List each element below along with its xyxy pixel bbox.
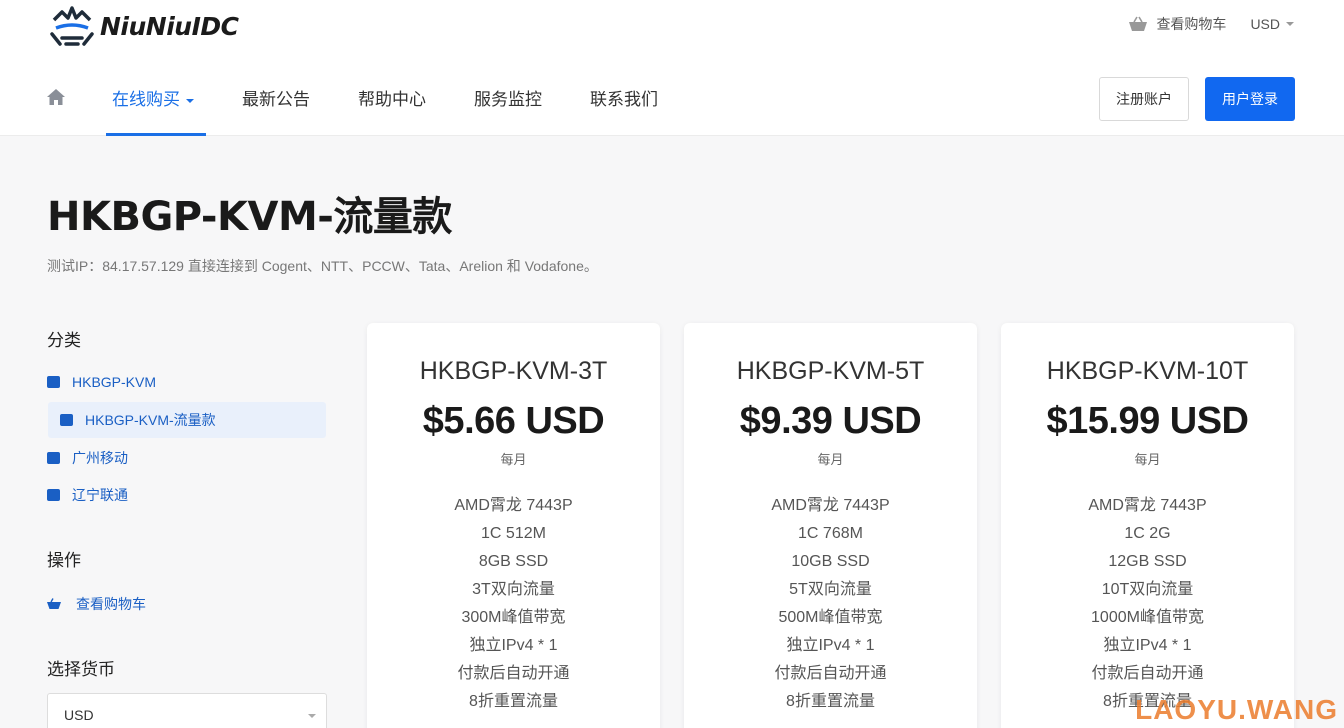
feature-item: 独立IPv4 * 1	[469, 637, 558, 654]
sidebar-action-label: 查看购物车	[76, 596, 146, 612]
feature-item: 1000M峰值带宽	[1091, 609, 1204, 626]
category-icon	[60, 414, 73, 426]
sidebar-action-view-cart[interactable]: 查看购物车	[47, 594, 146, 614]
product-price: $9.39 USD	[739, 400, 922, 442]
feature-item: 10T双向流量	[1101, 581, 1194, 598]
feature-item: 8折重置流量	[469, 693, 558, 710]
categories-heading: 分类	[47, 331, 81, 350]
feature-item: 付款后自动开通	[1091, 665, 1204, 682]
sidebar-item-label: HKBGP-KVM-流量款	[85, 412, 216, 428]
product-price: $5.66 USD	[422, 400, 605, 442]
nav-label: 帮助中心	[358, 90, 426, 109]
site-watermark: LAOYU.WANG	[1135, 694, 1338, 725]
chevron-down-icon	[1286, 22, 1294, 26]
feature-item: 1C 512M	[481, 525, 546, 542]
currency-label: USD	[1250, 16, 1280, 32]
top-utility-links: 查看购物车 USD	[1128, 14, 1294, 34]
feature-item: 10GB SSD	[791, 553, 870, 570]
product-name: HKBGP-KVM-3T	[419, 357, 608, 385]
currency-heading: 选择货币	[47, 660, 115, 679]
feature-list: AMD霄龙 7443P 1C 768M 10GB SSD 5T双向流量 500M…	[684, 492, 977, 716]
site-header: NiuNiuIDC 查看购物车 USD 在线购买 最新公告 帮助中心 服务监控 …	[0, 0, 1344, 136]
billing-cycle: 每月	[500, 452, 527, 467]
nav-label: 服务监控	[474, 90, 542, 109]
feature-item: AMD霄龙 7443P	[1088, 497, 1207, 514]
billing-cycle: 每月	[1134, 452, 1161, 467]
feature-item: 付款后自动开通	[457, 665, 570, 682]
product-card: HKBGP-KVM-3T $5.66 USD 每月 AMD霄龙 7443P 1C…	[367, 323, 660, 728]
currency-select-value: USD	[64, 707, 94, 723]
sidebar-item-label: 广州移动	[72, 450, 128, 466]
feature-item: 独立IPv4 * 1	[786, 637, 875, 654]
logo-icon	[50, 6, 94, 46]
product-name: HKBGP-KVM-10T	[1046, 357, 1249, 385]
login-button[interactable]: 用户登录	[1205, 77, 1295, 121]
home-icon	[47, 89, 65, 105]
sidebar-item-hkbgp-kvm[interactable]: HKBGP-KVM	[47, 374, 156, 390]
feature-item: 1C 2G	[1124, 525, 1171, 542]
chevron-down-icon	[186, 98, 194, 103]
sidebar-item-liaoning-unicom[interactable]: 辽宁联通	[47, 485, 128, 505]
brand-logo[interactable]: NiuNiuIDC	[48, 4, 239, 48]
feature-item: 独立IPv4 * 1	[1103, 637, 1192, 654]
nav-item-help-center[interactable]: 帮助中心	[358, 80, 426, 136]
feature-item: 1C 768M	[798, 525, 863, 542]
product-card: HKBGP-KVM-10T $15.99 USD 每月 AMD霄龙 7443P …	[1001, 323, 1294, 728]
feature-item: AMD霄龙 7443P	[454, 497, 573, 514]
nav-label: 最新公告	[242, 90, 310, 109]
sidebar-item-label: 辽宁联通	[72, 487, 128, 503]
category-icon	[47, 452, 60, 464]
currency-select[interactable]: USD	[47, 693, 327, 728]
actions-heading: 操作	[47, 551, 81, 570]
feature-item: 付款后自动开通	[774, 665, 887, 682]
nav-label: 在线购买	[112, 90, 180, 109]
product-price: $15.99 USD	[1046, 400, 1249, 442]
feature-item: AMD霄龙 7443P	[771, 497, 890, 514]
category-icon	[47, 489, 60, 501]
currency-dropdown[interactable]: USD	[1250, 16, 1294, 32]
nav-item-buy-online[interactable]: 在线购买	[106, 80, 206, 136]
view-cart-link[interactable]: 查看购物车	[1128, 14, 1226, 34]
nav-item-announcements[interactable]: 最新公告	[242, 80, 310, 136]
product-name: HKBGP-KVM-5T	[736, 357, 925, 385]
feature-list: AMD霄龙 7443P 1C 2G 12GB SSD 10T双向流量 1000M…	[1001, 492, 1294, 716]
billing-cycle: 每月	[817, 452, 844, 467]
nav-item-service-monitor[interactable]: 服务监控	[474, 80, 542, 136]
feature-item: 8折重置流量	[786, 693, 875, 710]
nav-item-contact-us[interactable]: 联系我们	[590, 80, 658, 136]
nav-home[interactable]	[46, 77, 86, 117]
feature-list: AMD霄龙 7443P 1C 512M 8GB SSD 3T双向流量 300M峰…	[367, 492, 660, 716]
feature-item: 3T双向流量	[472, 581, 555, 598]
sidebar-item-label: HKBGP-KVM	[72, 374, 157, 390]
nav-label: 联系我们	[590, 90, 658, 109]
feature-item: 300M峰值带宽	[461, 609, 566, 626]
view-cart-label: 查看购物车	[1156, 16, 1227, 32]
sidebar-item-guangzhou-mobile[interactable]: 广州移动	[47, 448, 128, 468]
feature-item: 5T双向流量	[789, 581, 872, 598]
product-card: HKBGP-KVM-5T $9.39 USD 每月 AMD霄龙 7443P 1C…	[684, 323, 977, 728]
brand-name: NiuNiuIDC	[100, 11, 239, 41]
feature-item: 8GB SSD	[478, 553, 549, 570]
page-subtitle: 测试IP：84.17.57.129 直接连接到 Cogent、NTT、PCCW、…	[47, 258, 598, 274]
page-title: HKBGP-KVM-流量款	[47, 194, 452, 240]
basket-icon	[47, 598, 61, 609]
category-icon	[47, 376, 60, 388]
sidebar-item-hkbgp-kvm-traffic[interactable]: HKBGP-KVM-流量款	[48, 402, 326, 438]
chevron-down-icon	[308, 714, 316, 718]
register-button[interactable]: 注册账户	[1099, 77, 1189, 121]
basket-icon	[1129, 16, 1148, 31]
feature-item: 12GB SSD	[1108, 553, 1187, 570]
main-nav: 在线购买 最新公告 帮助中心 服务监控 联系我们	[46, 80, 706, 136]
feature-item: 500M峰值带宽	[778, 609, 883, 626]
